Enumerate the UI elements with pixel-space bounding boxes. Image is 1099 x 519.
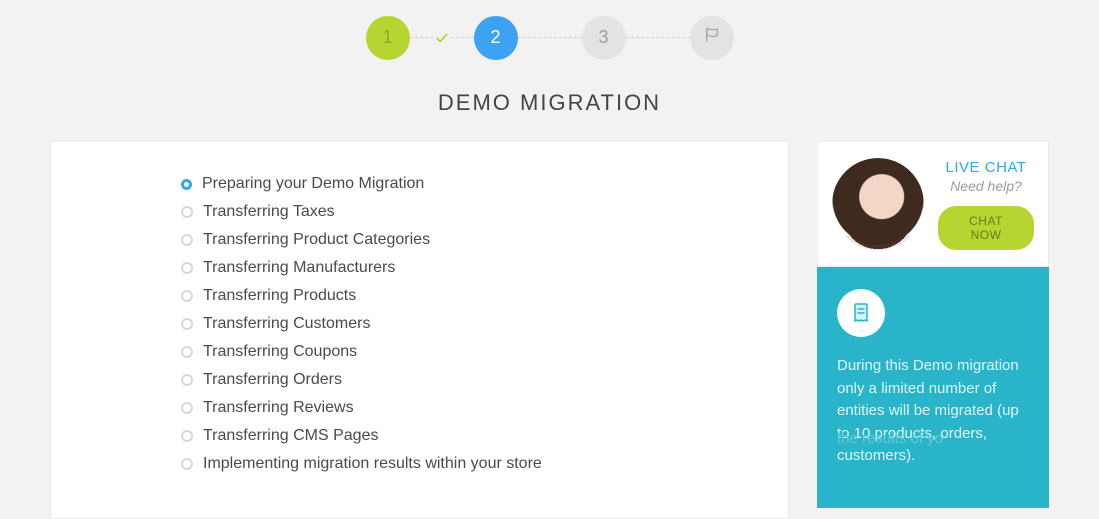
demo-info-panel: During this Demo migration only a limite… (817, 267, 1049, 508)
step-separator-3 (626, 37, 690, 38)
progress-item-label: Transferring Product Categories (203, 232, 430, 248)
status-dot-icon (181, 430, 193, 442)
progress-item: Transferring Products (181, 282, 748, 310)
progress-item-label: Transferring Coupons (203, 344, 357, 360)
demo-info-faded: the results of yo (837, 428, 1029, 508)
receipt-icon (837, 289, 885, 337)
progress-item: Transferring Product Categories (181, 226, 748, 254)
progress-item: Implementing migration results within yo… (181, 450, 748, 478)
step-2-label: 2 (490, 27, 500, 48)
progress-item-label: Transferring CMS Pages (203, 428, 378, 444)
step-1[interactable]: 1 (366, 16, 410, 60)
status-dot-icon (181, 290, 193, 302)
status-dot-icon (181, 346, 193, 358)
progress-item: Transferring Orders (181, 366, 748, 394)
progress-item: Preparing your Demo Migration (181, 170, 748, 198)
avatar (832, 158, 924, 250)
status-dot-icon (181, 262, 193, 274)
progress-item: Transferring Coupons (181, 338, 748, 366)
progress-item-label: Transferring Manufacturers (203, 260, 395, 276)
step-separator-1 (410, 37, 474, 38)
migration-progress-list: Preparing your Demo Migration Transferri… (181, 170, 748, 478)
progress-item-label: Transferring Orders (203, 372, 342, 388)
status-dot-icon (181, 179, 192, 190)
progress-item: Transferring Manufacturers (181, 254, 748, 282)
step-3[interactable]: 3 (582, 16, 626, 60)
progress-item-label: Transferring Products (203, 288, 356, 304)
step-finish[interactable] (690, 16, 734, 60)
progress-item-label: Implementing migration results within yo… (203, 456, 542, 472)
flag-icon (703, 26, 721, 49)
step-1-label: 1 (382, 27, 392, 48)
step-separator-2 (518, 37, 582, 38)
progress-item-label: Transferring Reviews (203, 400, 354, 416)
status-dot-icon (181, 206, 193, 218)
status-dot-icon (181, 234, 193, 246)
step-3-label: 3 (598, 27, 608, 48)
migration-progress-card: Preparing your Demo Migration Transferri… (50, 141, 789, 519)
live-chat-card: LIVE CHAT Need help? CHAT NOW (817, 141, 1049, 267)
progress-item: Transferring Customers (181, 310, 748, 338)
progress-item: Transferring Taxes (181, 198, 748, 226)
wizard-stepper: 1 2 3 (50, 10, 1049, 65)
page-title: DEMO MIGRATION (50, 90, 1049, 116)
live-chat-subtitle: Need help? (938, 178, 1034, 194)
check-icon (435, 31, 449, 45)
progress-item: Transferring CMS Pages (181, 422, 748, 450)
status-dot-icon (181, 318, 193, 330)
status-dot-icon (181, 402, 193, 414)
progress-item-label: Preparing your Demo Migration (202, 176, 424, 192)
chat-now-button[interactable]: CHAT NOW (938, 206, 1034, 250)
progress-item-label: Transferring Taxes (203, 204, 335, 220)
progress-item: Transferring Reviews (181, 394, 748, 422)
status-dot-icon (181, 374, 193, 386)
live-chat-title: LIVE CHAT (938, 159, 1034, 176)
progress-item-label: Transferring Customers (203, 316, 370, 332)
step-2[interactable]: 2 (474, 16, 518, 60)
status-dot-icon (181, 458, 193, 470)
